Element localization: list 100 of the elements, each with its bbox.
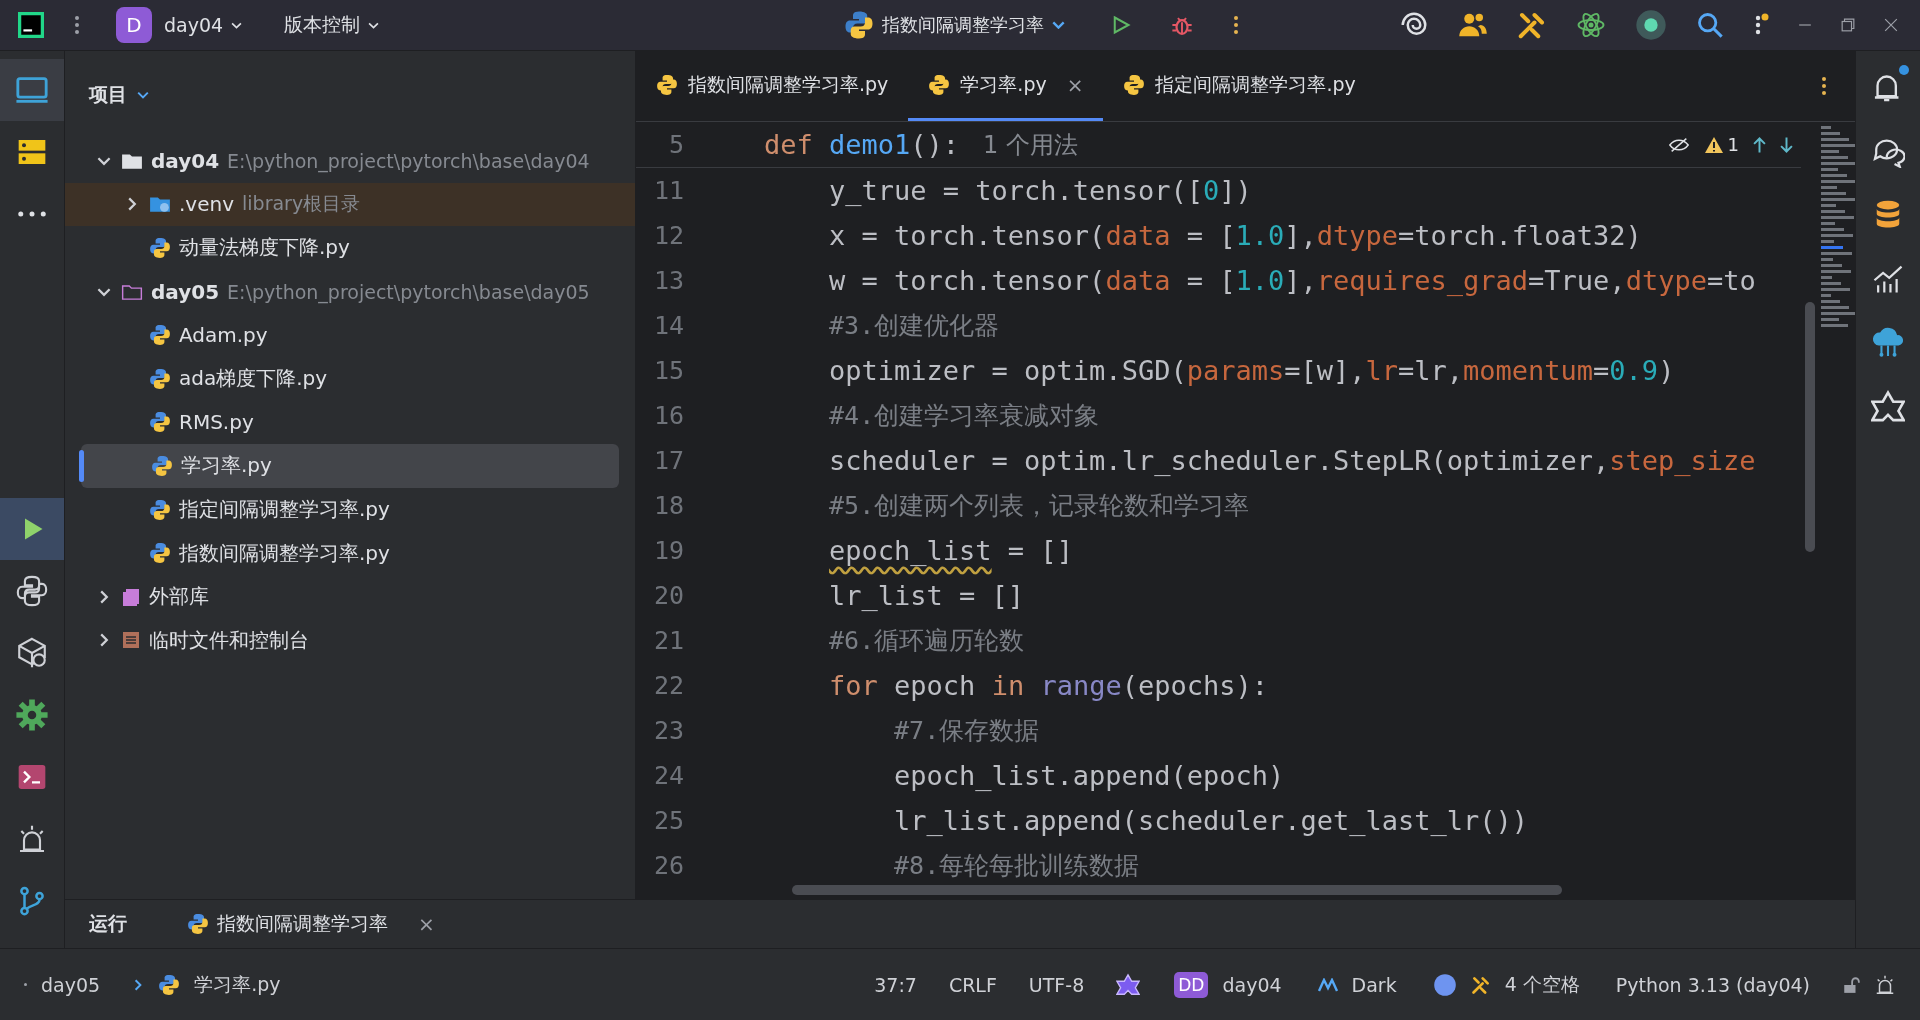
folder-icon — [121, 282, 143, 301]
code-line: def demo1(): — [764, 129, 960, 160]
hidden-eye-icon[interactable] — [1667, 136, 1690, 153]
line-ending[interactable]: CRLF — [948, 973, 997, 996]
code-line: #4.创建学习率衰减对象 — [828, 400, 1100, 432]
horizontal-scrollbar[interactable] — [792, 885, 1562, 895]
file-tab[interactable]: 学习率.py × — [908, 51, 1104, 121]
code-line: #8.每轮每批训练数据 — [893, 850, 1140, 882]
chart-icon[interactable] — [1872, 263, 1904, 295]
unlock-icon[interactable] — [1842, 975, 1860, 994]
python-file-icon — [158, 973, 181, 996]
library-icon — [121, 586, 141, 607]
search-icon[interactable] — [1696, 11, 1724, 39]
line-number: 23 — [652, 716, 684, 745]
star-logo-icon[interactable] — [1116, 972, 1141, 997]
arrow-down-icon[interactable] — [1780, 135, 1793, 154]
code-line: scheduler = optim.lr_scheduler.StepLR(optimizer,step_size — [828, 445, 1756, 476]
python-file-icon — [151, 454, 173, 477]
restore-icon[interactable] — [1841, 18, 1855, 32]
theme-icon[interactable] — [1317, 977, 1338, 992]
line-number: 25 — [652, 806, 684, 835]
path-hint: library根目录 — [242, 191, 361, 217]
tree-row[interactable]: 指数间隔调整学习率.py — [65, 531, 619, 575]
app-logo-icon[interactable] — [18, 12, 44, 38]
tree-row[interactable]: 临时文件和控制台 — [65, 618, 619, 663]
line-number: 12 — [652, 221, 684, 250]
breadcrumb-item[interactable]: 学习率.py — [194, 971, 281, 998]
tree-row[interactable]: day04 E:\python_project\pytorch\base\day04 — [65, 139, 619, 183]
cursor-position[interactable]: 37:7 — [874, 973, 917, 996]
tree-row[interactable]: 外部库 — [65, 574, 619, 619]
tree-row[interactable]: ada梯度下降.py — [65, 356, 619, 401]
caret-icon[interactable] — [137, 91, 149, 99]
code-line: lr_list.append(scheduler.get_last_lr()) — [893, 805, 1528, 836]
packages-icon[interactable] — [15, 636, 49, 670]
interpreter[interactable]: Python 3.13 (day04) — [1615, 973, 1810, 996]
python-file-icon — [149, 324, 171, 347]
vcs-menu[interactable]: 版本控制 — [278, 8, 386, 42]
cloud-icon[interactable] — [1871, 326, 1905, 360]
close-icon[interactable] — [1884, 18, 1898, 32]
line-number: 15 — [652, 356, 684, 385]
file-tab[interactable]: 指数间隔调整学习率.py — [636, 51, 909, 121]
project-name[interactable]: day04 — [1222, 973, 1282, 996]
tree-row[interactable]: 指定间隔调整学习率.py — [65, 487, 619, 532]
selected-tree-row[interactable]: 学习率.py — [81, 444, 619, 488]
project-switcher[interactable]: D day04 — [110, 3, 249, 47]
code-line: #5.创建两个列表，记录轮数和学习率 — [828, 490, 1250, 522]
highlighted-tree-row[interactable]: .venv library根目录 — [65, 182, 635, 227]
line-number: 18 — [652, 491, 684, 520]
line-number: 16 — [652, 401, 684, 430]
record-icon[interactable] — [1635, 9, 1667, 41]
arrow-up-icon[interactable] — [1753, 135, 1766, 154]
tree-row[interactable]: 动量法梯度下降.py — [65, 226, 619, 270]
line-number: 17 — [652, 446, 684, 475]
python-console-icon[interactable] — [15, 574, 49, 608]
line-number: 24 — [652, 761, 684, 790]
git-branch-icon[interactable] — [17, 886, 47, 916]
run-tab[interactable]: 指数间隔调整学习率 — [187, 911, 388, 937]
indent-setting[interactable]: 4 个空格 — [1504, 971, 1580, 998]
settings-icon[interactable] — [15, 698, 49, 732]
run-icon[interactable] — [1111, 15, 1131, 35]
python-folder-icon — [149, 195, 171, 214]
close-tab-button[interactable]: × — [418, 912, 435, 936]
close-tab-button[interactable]: × — [1066, 72, 1084, 97]
more-icon[interactable] — [16, 209, 48, 219]
run-configuration[interactable]: 指数间隔调整学习率 — [838, 6, 1071, 44]
breadcrumb-item[interactable]: day05 — [41, 973, 101, 996]
python-file-icon — [149, 367, 171, 390]
project-badge[interactable]: DD — [1174, 971, 1209, 998]
star-logo-icon[interactable] — [1871, 390, 1905, 424]
code-line: x = torch.tensor(data = [1.0],dtype=torch.float32) — [828, 220, 1642, 251]
warning-icon[interactable] — [1703, 135, 1724, 154]
usage-hint[interactable]: 1 个用法 — [983, 128, 1078, 161]
python-file-icon — [656, 73, 678, 96]
python-icon — [844, 10, 874, 40]
line-number: 5 — [667, 130, 684, 159]
alarm-icon[interactable] — [1874, 973, 1896, 996]
run-panel-title[interactable]: 运行 — [89, 911, 127, 937]
tree-row[interactable]: RMS.py — [65, 400, 619, 445]
menu-icon[interactable] — [74, 15, 80, 35]
code-line: #3.创建优化器 — [828, 310, 1000, 342]
tools-icon[interactable] — [1517, 10, 1547, 40]
file-encoding[interactable]: UTF-8 — [1028, 973, 1085, 996]
bug-icon[interactable] — [1171, 14, 1193, 36]
tree-row[interactable]: Adam.py — [65, 313, 619, 357]
warning-count[interactable]: 1 — [1727, 134, 1739, 155]
file-tab[interactable]: 指定间隔调整学习率.py — [1103, 51, 1376, 121]
vertical-scrollbar[interactable] — [1805, 302, 1815, 552]
panel-title[interactable]: 项目 — [89, 82, 127, 108]
line-number: 11 — [652, 176, 684, 205]
theme-name[interactable]: Dark — [1351, 973, 1397, 996]
code-line: #6.循环遍历轮数 — [828, 625, 1025, 657]
more-icon[interactable] — [1821, 76, 1827, 96]
circle-icon[interactable] — [1432, 972, 1457, 997]
python-file-icon — [149, 542, 171, 565]
more-icon[interactable] — [1233, 15, 1239, 35]
atom-icon[interactable] — [1576, 10, 1606, 40]
line-number: 22 — [652, 671, 684, 700]
tree-row[interactable]: day05 E:\python_project\pytorch\base\day05 — [65, 269, 619, 314]
code-line: epoch_list = [] — [828, 535, 1073, 566]
tools-icon[interactable] — [1470, 974, 1491, 995]
